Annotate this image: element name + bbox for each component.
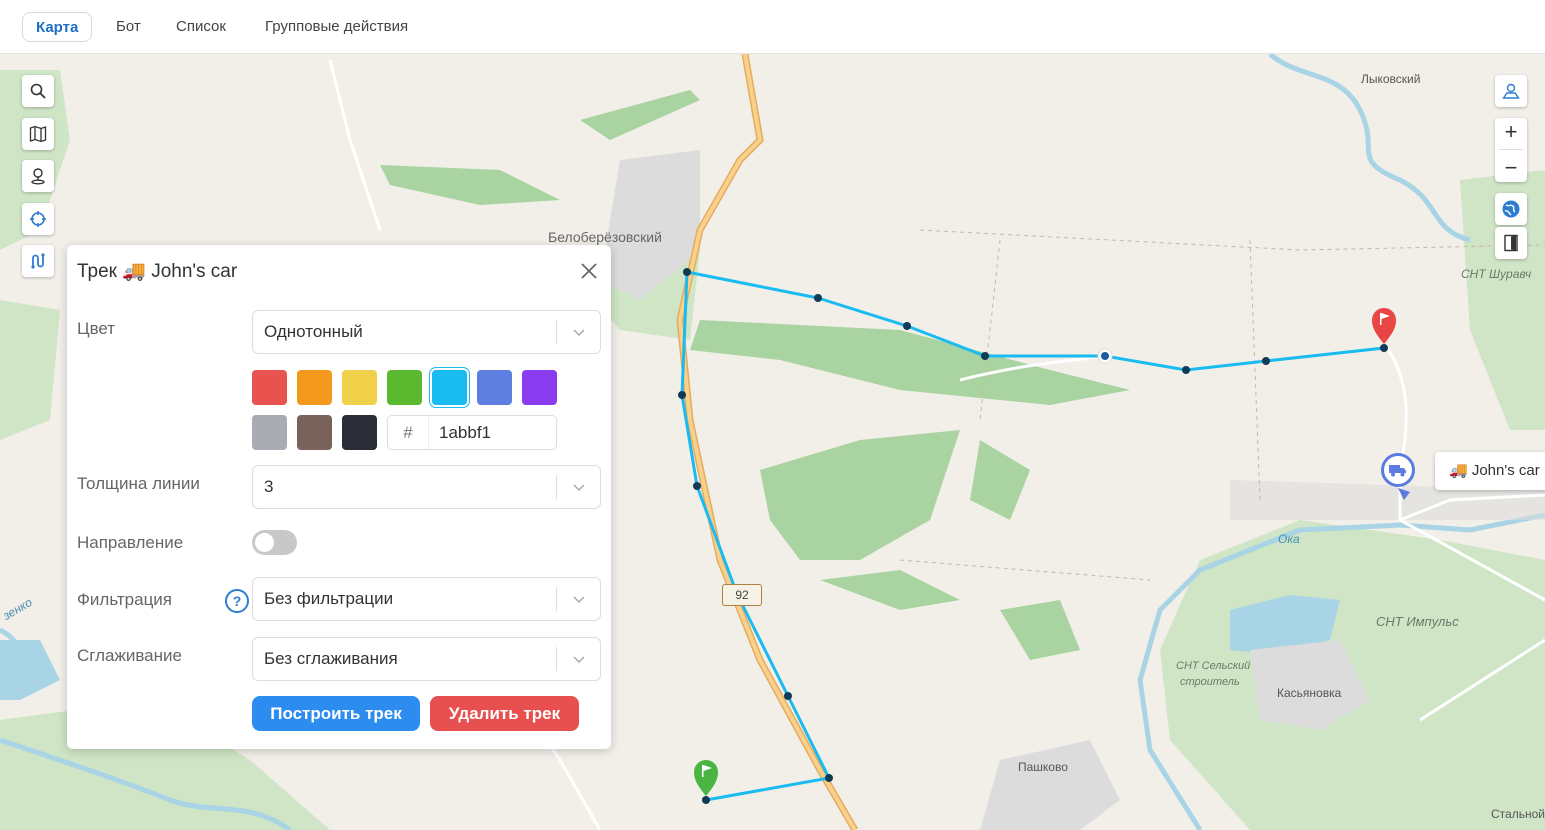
color-swatch-purple[interactable]: [522, 370, 557, 405]
landscape-icon: [1502, 83, 1520, 99]
globe-icon: [1502, 200, 1520, 218]
globe-button[interactable]: [1495, 193, 1527, 225]
color-swatch-blue[interactable]: [477, 370, 512, 405]
select-divider: [556, 475, 557, 499]
map-layers-button[interactable]: [22, 118, 54, 150]
color-swatch-black[interactable]: [342, 415, 377, 450]
top-bar: Карта Бот Список Групповые действия: [0, 0, 1545, 54]
close-icon: [581, 263, 597, 279]
place-label-kasyanovka: Касьяновка: [1277, 686, 1342, 700]
build-track-button[interactable]: Построить трек: [252, 696, 420, 731]
color-mode-select[interactable]: Однотонный: [252, 310, 601, 354]
hex-color-field: #: [387, 415, 557, 450]
place-label-stalnoy: Стальной: [1491, 807, 1545, 821]
road-number-shield: 92: [722, 584, 762, 606]
chevron-down-icon: [571, 479, 587, 495]
place-label-snt-impuls: СНТ Импульс: [1376, 614, 1459, 629]
hex-prefix: #: [388, 416, 429, 449]
door-icon: [1504, 234, 1518, 252]
car-tooltip[interactable]: 🚚 John's car: [1435, 452, 1545, 490]
filter-select[interactable]: Без фильтрации: [252, 577, 601, 621]
terrain-button[interactable]: [1495, 75, 1527, 107]
color-label: Цвет: [77, 319, 116, 338]
direction-label: Направление: [77, 533, 184, 552]
track-button[interactable]: [22, 245, 54, 277]
smoothing-value: Без сглаживания: [264, 649, 398, 668]
tab-list[interactable]: Список: [176, 12, 226, 42]
select-divider: [556, 647, 557, 671]
place-label-snt-selsky-2: строитель: [1180, 676, 1240, 688]
zoom-divider: [1499, 149, 1523, 151]
chevron-down-icon: [571, 324, 587, 340]
tab-bot[interactable]: Бот: [116, 12, 141, 42]
color-swatch-orange[interactable]: [297, 370, 332, 405]
thickness-value: 3: [264, 477, 274, 496]
color-swatch-cyan[interactable]: [432, 370, 467, 405]
track-settings-panel: Трек 🚚 John's car Цвет Однотонный # Толщ…: [67, 245, 611, 749]
place-label-pashkovo: Пашково: [1018, 760, 1068, 774]
thickness-label: Толщина линии: [77, 474, 200, 493]
river-label-oka: Ока: [1278, 532, 1300, 546]
car-marker[interactable]: [1381, 453, 1415, 487]
place-label-belobereozovsky: Белоберёзовский: [548, 229, 662, 245]
chevron-down-icon: [571, 591, 587, 607]
color-mode-value: Однотонный: [264, 322, 363, 341]
hex-color-input[interactable]: [428, 416, 554, 449]
place-label-lykovsky: Лыковский: [1361, 72, 1421, 86]
pin-icon: [31, 168, 45, 185]
color-swatch-red[interactable]: [252, 370, 287, 405]
color-swatch-yellow[interactable]: [342, 370, 377, 405]
color-swatch-gray[interactable]: [252, 415, 287, 450]
panel-title: Трек 🚚 John's car: [77, 261, 238, 282]
search-icon: [30, 83, 46, 99]
smoothing-label: Сглаживание: [77, 646, 182, 665]
zoom-in-icon[interactable]: +: [1505, 121, 1518, 143]
locate-button[interactable]: [22, 203, 54, 235]
map-icon: [29, 125, 47, 143]
close-button[interactable]: [577, 259, 601, 283]
chevron-down-icon: [571, 651, 587, 667]
crosshair-icon: [30, 211, 46, 227]
zoom-control: + −: [1495, 118, 1527, 182]
place-label-snt-selsky-1: СНТ Сельский: [1176, 660, 1251, 672]
select-divider: [556, 587, 557, 611]
delete-track-button[interactable]: Удалить трек: [430, 696, 579, 731]
help-icon[interactable]: ?: [225, 589, 249, 613]
zoom-out-icon[interactable]: −: [1505, 156, 1518, 179]
exit-button[interactable]: [1495, 227, 1527, 259]
tab-map[interactable]: Карта: [22, 12, 93, 42]
smoothing-select[interactable]: Без сглаживания: [252, 637, 601, 681]
place-label-snt-shuravi: СНТ Шуравч: [1461, 267, 1532, 281]
filter-value: Без фильтрации: [264, 589, 394, 608]
search-button[interactable]: [22, 75, 54, 107]
direction-toggle[interactable]: [252, 530, 297, 555]
filter-label: Фильтрация: [77, 590, 173, 609]
toggle-knob: [255, 533, 274, 552]
truck-icon: [1389, 465, 1406, 477]
tab-group-actions[interactable]: Групповые действия: [265, 12, 408, 42]
color-swatch-brown[interactable]: [297, 415, 332, 450]
thickness-select[interactable]: 3: [252, 465, 601, 509]
objects-button[interactable]: [22, 160, 54, 192]
select-divider: [556, 320, 557, 344]
track-icon: [31, 253, 45, 269]
color-swatch-green[interactable]: [387, 370, 422, 405]
